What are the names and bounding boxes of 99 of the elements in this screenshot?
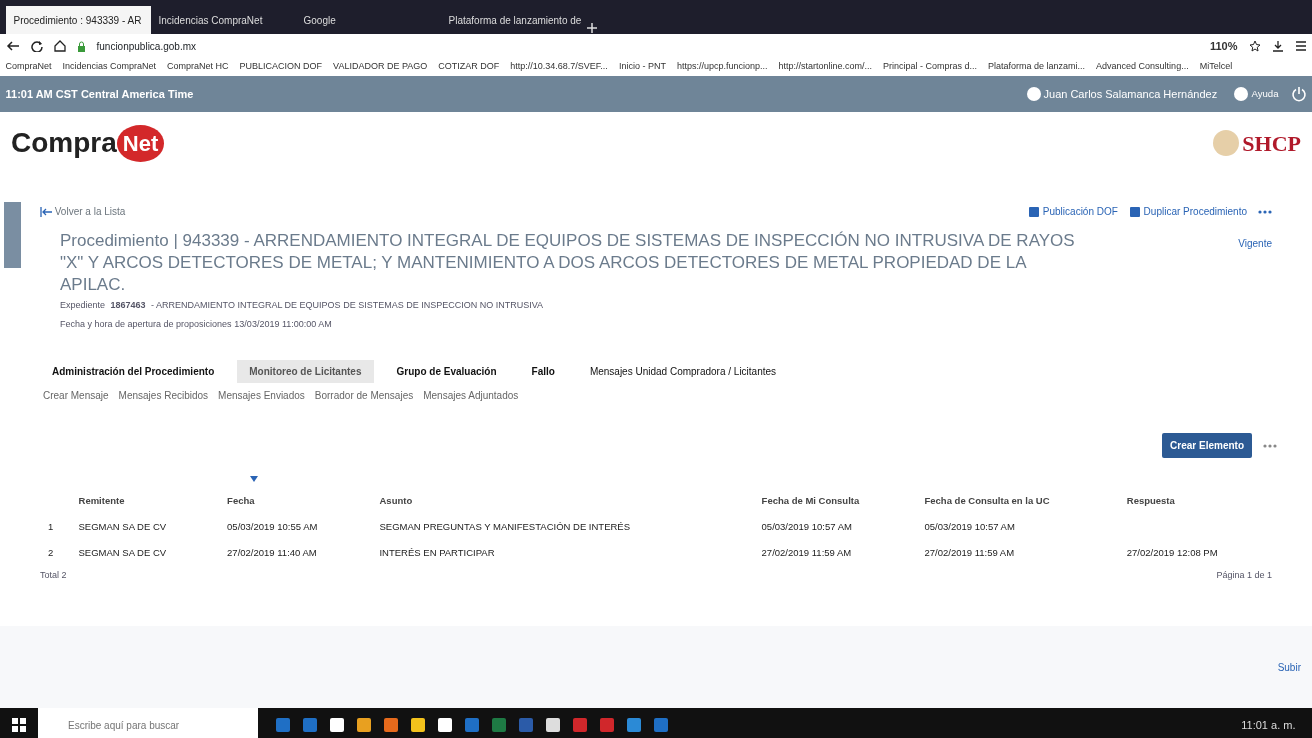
dropdown-caret-icon[interactable] [250, 476, 258, 483]
browser-tab[interactable]: Incidencias CompraNet [150, 6, 296, 34]
action-label: Publicación DOF [1042, 205, 1118, 219]
back-icon[interactable] [5, 40, 20, 52]
table-cell: SEGMAN SA DE CV [70, 540, 220, 567]
subtab-link[interactable]: Mensajes Enviados [213, 388, 310, 404]
bookmark-link[interactable]: CompraNet [5, 60, 52, 74]
logo-text: Compra [11, 126, 117, 160]
download-icon[interactable] [1271, 40, 1284, 52]
app-icon[interactable] [544, 717, 561, 733]
table-cell: 27/02/2019 11:59 AM [753, 540, 917, 567]
row-number: 2 [40, 540, 71, 567]
windows-start-icon[interactable] [12, 718, 26, 732]
browser-tab[interactable]: Google [295, 6, 441, 34]
table-cell: 27/02/2019 11:59 AM [916, 540, 1119, 567]
user-name[interactable]: Juan Carlos Salamanca Hernández [1043, 85, 1218, 103]
menu-icon[interactable] [1294, 40, 1307, 52]
app-icon[interactable] [355, 717, 372, 733]
status-label: Vigente [1238, 237, 1272, 251]
new-tab-icon[interactable] [585, 22, 598, 34]
bookmark-link[interactable]: Incidencias CompraNet [62, 60, 157, 74]
bookmark-link[interactable]: Plataforma de lanzami... [988, 60, 1086, 74]
section-tab[interactable]: Monitoreo de Licitantes [237, 359, 374, 383]
section-tab[interactable]: Mensajes Unidad Compradora / Licitantes [577, 359, 789, 383]
row-number: 1 [40, 513, 71, 541]
expediente-description: - ARRENDAMIENTO INTEGRAL DE EQUIPOS DE SISTEMAS DE INSPECCION NO INTRUSIVA [151, 300, 543, 311]
app-icon[interactable] [409, 717, 426, 733]
user-icon [1026, 87, 1041, 101]
column-header: Remitente [70, 487, 220, 514]
column-header: Fecha [219, 487, 372, 514]
scroll-top-link[interactable]: Subir [1277, 659, 1301, 675]
more-icon[interactable] [1263, 443, 1277, 448]
help-menu[interactable]: Ayuda [1250, 85, 1280, 103]
star-icon[interactable] [1248, 40, 1261, 52]
opening-date-value: 13/03/2019 11:00:00 AM [234, 319, 332, 330]
taskbar-search-field[interactable]: Escribe aquí para buscar [38, 708, 258, 738]
logo-badge: Net [116, 124, 165, 162]
emblem-icon [1211, 129, 1240, 157]
action-link[interactable]: Publicación DOF [1028, 204, 1118, 219]
column-header: Fecha de Mi Consulta [753, 487, 917, 514]
side-handle[interactable] [4, 202, 21, 268]
browser-tab[interactable]: Plataforma de lanzamiento de [440, 6, 586, 34]
bookmark-link[interactable]: https://upcp.funcionp... [676, 60, 768, 74]
power-icon[interactable] [1290, 86, 1307, 102]
url-field[interactable]: funcionpublica.gob.mx [96, 38, 1199, 54]
table-cell: 05/03/2019 10:57 AM [753, 513, 917, 541]
subtab-link[interactable]: Mensajes Recibidos [113, 388, 214, 404]
bookmark-link[interactable]: VALIDADOR DE PAGO [333, 60, 428, 74]
column-header: Fecha de Consulta en la UC [916, 487, 1119, 514]
more-icon[interactable] [1258, 209, 1272, 214]
section-tab[interactable]: Fallo [519, 359, 567, 383]
app-icon[interactable] [328, 717, 345, 733]
pagination-text: Página 1 de 1 [1216, 569, 1272, 583]
subtab-link[interactable]: Borrador de Mensajes [309, 388, 419, 404]
table-cell: 27/02/2019 11:40 AM [219, 540, 372, 567]
subtab-link[interactable]: Mensajes Adjuntados [418, 388, 524, 404]
browser-tab[interactable]: Procedimiento : 943339 - AR [5, 6, 151, 34]
document-icon [1028, 205, 1041, 218]
table-cell: 27/02/2019 12:08 PM [1118, 540, 1272, 567]
action-label: Duplicar Procedimiento [1143, 205, 1247, 219]
back-arrow-icon [40, 206, 52, 217]
document-icon [1128, 205, 1141, 218]
timezone-text: 11:01 AM CST Central America Time [5, 86, 194, 102]
column-header: Respuesta [1118, 487, 1272, 514]
procedure-title: Procedimiento | 943339 - ARRENDAMIENTO INTEGRAL DE EQUIPOS DE SISTEMAS DE INSPECCIÓN NO INTRUSIVA DE RAYOS "X" Y ARCOS DETECTORES DE METAL; Y MANTENIMIENTO A DOS ARCOS DETECTORES DE METAL PROPIEDAD DE LA APILAC. [59, 230, 1076, 297]
opening-date-label: Fecha y hora de apertura de proposiciones [60, 319, 232, 330]
bookmark-link[interactable]: CompraNet HC [167, 60, 229, 74]
action-link[interactable]: Duplicar Procedimiento [1128, 204, 1247, 219]
total-count: Total 2 [40, 569, 67, 583]
table-cell: 05/03/2019 10:57 AM [916, 513, 1119, 541]
shcp-logo-text: SHCP [1242, 129, 1301, 158]
bookmark-link[interactable]: MiTelcel [1199, 60, 1233, 74]
bookmark-link[interactable]: Advanced Consulting... [1096, 60, 1189, 74]
app-icon[interactable] [382, 717, 399, 733]
app-icon[interactable] [436, 717, 453, 733]
bookmark-link[interactable]: http://10.34.68.7/SVEF... [510, 60, 608, 74]
table-cell: SEGMAN SA DE CV [70, 513, 220, 541]
back-label: Volver a la Lista [54, 205, 126, 219]
back-link[interactable]: Volver a la Lista [40, 204, 126, 219]
bookmark-link[interactable]: Principal - Compras d... [883, 60, 978, 74]
section-tab[interactable]: Administración del Procedimiento [40, 359, 227, 383]
home-icon[interactable] [53, 40, 66, 52]
table-cell: 05/03/2019 10:55 AM [219, 513, 372, 541]
bookmark-link[interactable]: Inicio - PNT [618, 60, 666, 74]
reload-icon[interactable] [30, 40, 43, 52]
taskbar-clock: 11:01 a. m. [1241, 717, 1296, 733]
section-tab[interactable]: Grupo de Evaluación [384, 359, 509, 383]
expediente-number: 1867463 [110, 300, 146, 311]
expediente-label: Expediente [60, 300, 106, 311]
table-cell: INTERÉS EN PARTICIPAR [371, 540, 754, 567]
bookmark-link[interactable]: COTIZAR DOF [438, 60, 500, 74]
create-button[interactable]: Crear Elemento [1162, 433, 1252, 459]
subtab-link[interactable]: Crear Mensaje [38, 388, 114, 404]
zoom-level[interactable]: 110% [1209, 37, 1238, 55]
bookmark-link[interactable]: http://startonline.com/... [778, 60, 872, 74]
bookmark-link[interactable]: PUBLICACION DOF [239, 60, 323, 74]
column-header: Asunto [371, 487, 754, 514]
lock-icon [76, 40, 86, 52]
table-cell: SEGMAN PREGUNTAS Y MANIFESTACIÓN DE INTERÉS [371, 513, 754, 541]
